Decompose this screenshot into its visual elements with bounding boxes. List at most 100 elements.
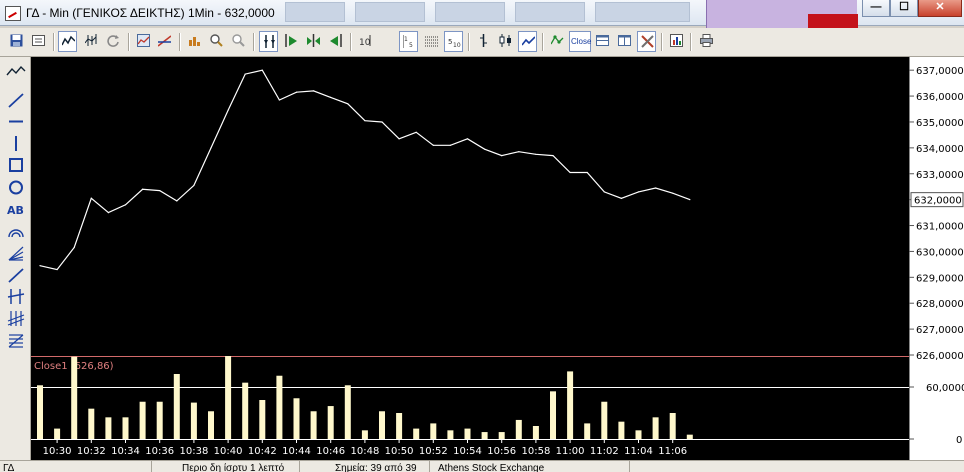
point-icon[interactable]	[548, 31, 567, 52]
title-bar: ΓΔ - Min (ΓΕΝΙΚΟΣ ΔΕΙΚΤΗΣ) 1Min - 632,00…	[0, 0, 964, 28]
volume-bar	[54, 428, 61, 439]
background-tab-2[interactable]	[355, 2, 425, 22]
background-tab-1[interactable]	[285, 2, 345, 22]
time-tick-label: 10:38	[179, 446, 208, 457]
price-tick-label: 631,0000	[916, 222, 964, 233]
status-count: Σημεία: 39 από 39	[300, 461, 430, 472]
time-tick-label: 10:34	[111, 446, 140, 457]
volume-bar	[481, 432, 488, 439]
text-tool-label: AB	[7, 204, 24, 217]
grid-icon[interactable]	[185, 31, 204, 52]
refresh-icon[interactable]	[104, 31, 123, 52]
line-chart-icon[interactable]	[58, 31, 77, 52]
window-title: ΓΔ - Min (ΓΕΝΙΚΟΣ ΔΕΙΚΤΗΣ) 1Min - 632,00…	[26, 6, 275, 20]
zoom-in-icon[interactable]	[207, 31, 226, 52]
price-point	[210, 147, 212, 149]
maximize-button[interactable]: ☐	[890, 0, 918, 17]
ellipse-icon[interactable]	[6, 178, 26, 197]
background-tab-4[interactable]	[515, 2, 585, 22]
price-point	[244, 73, 246, 75]
scale-5-10-icon[interactable]: 5 10	[444, 31, 463, 52]
chart-canvas[interactable]: Close1 (626,86) 637,0000636,0000635,0000…	[31, 57, 964, 460]
time-tick-label: 11:06	[658, 446, 687, 457]
save-icon[interactable]	[7, 31, 26, 52]
dotted-table-icon[interactable]	[422, 31, 441, 52]
fan-icon[interactable]	[6, 244, 26, 263]
price-tick-label: 637,0000	[916, 66, 964, 77]
price-tick-label: 636,0000	[916, 92, 964, 103]
price-point	[261, 69, 263, 71]
channel-icon[interactable]	[6, 287, 26, 306]
toolbar-separator	[179, 33, 181, 51]
volume-bar	[396, 413, 403, 439]
background-window-accent	[808, 14, 858, 28]
volume-bar	[686, 434, 693, 439]
toolbar-separator	[542, 33, 544, 51]
volume-bar	[173, 374, 180, 439]
background-tab-5[interactable]	[595, 2, 690, 22]
volume-bar	[361, 430, 368, 439]
trend-icon[interactable]	[155, 31, 174, 52]
price-point	[398, 138, 400, 140]
play-back-icon[interactable]	[326, 31, 345, 52]
arc-icon[interactable]	[6, 222, 26, 241]
svg-text:10: 10	[359, 38, 371, 47]
candle-chart-icon[interactable]	[496, 31, 515, 52]
svg-text:5: 5	[448, 38, 452, 46]
window-split-icon[interactable]	[593, 31, 612, 52]
price-tick-label: 635,0000	[916, 118, 964, 129]
chart-area[interactable]: Close1 (626,86) 637,0000 636,0000 635,0000…	[31, 57, 964, 460]
ray-icon[interactable]	[6, 266, 26, 285]
bar-chart-icon[interactable]	[474, 31, 493, 52]
scale-1-5-icon[interactable]: 15	[399, 31, 418, 52]
print-icon[interactable]	[697, 31, 716, 52]
volume-bar	[601, 401, 608, 439]
svg-text:1: 1	[404, 36, 408, 43]
play-forward-icon[interactable]	[282, 31, 301, 52]
numeric-view-icon[interactable]: 10	[356, 31, 375, 52]
grid-lines-icon[interactable]	[6, 309, 26, 328]
rectangle-icon[interactable]	[6, 156, 26, 175]
minimize-button[interactable]: —	[862, 0, 890, 17]
window-layout-icon[interactable]	[615, 31, 634, 52]
svg-text:10: 10	[453, 42, 461, 48]
volume-bar	[413, 428, 420, 439]
volume-bar	[139, 401, 146, 439]
indicator-icon[interactable]	[134, 31, 153, 52]
vertical-line-icon[interactable]	[6, 134, 26, 153]
time-tick-label: 10:48	[350, 446, 379, 457]
print-preview-icon[interactable]	[29, 31, 48, 52]
cursor-icon[interactable]	[259, 31, 278, 52]
settings-icon[interactable]	[637, 31, 656, 52]
price-point	[347, 103, 349, 105]
time-tick-label: 10:46	[316, 446, 345, 457]
volume-bar	[652, 417, 659, 439]
volume-bar	[156, 401, 163, 439]
line-view-icon[interactable]	[518, 31, 537, 52]
horizontal-line-icon[interactable]	[6, 112, 26, 131]
candlestick-icon[interactable]	[82, 31, 101, 52]
volume-bar	[550, 391, 556, 439]
status-symbol: ΓΔ	[0, 461, 152, 472]
volume-bar	[618, 421, 625, 439]
price-point	[381, 121, 383, 123]
price-point	[466, 138, 469, 140]
volume-bar	[635, 430, 642, 439]
export-icon[interactable]	[667, 31, 686, 52]
background-tab-3[interactable]	[435, 2, 505, 22]
close-window-button[interactable]: ✕	[918, 0, 962, 17]
zoom-out-icon[interactable]	[229, 31, 248, 52]
text-tool-icon[interactable]: AB	[6, 200, 26, 219]
price-point	[655, 187, 657, 189]
price-point	[107, 211, 109, 214]
trend-line-tool-icon[interactable]	[6, 63, 26, 82]
price-point	[620, 197, 623, 199]
volume-bar	[190, 402, 197, 439]
toolbar-separator	[128, 33, 130, 51]
status-bar: ΓΔ Περιο δη ίσρτυ 1 λεπτό Σημεία: 39 από…	[0, 460, 964, 472]
toolbar-separator	[690, 33, 692, 51]
fibonacci-icon[interactable]	[6, 331, 26, 350]
volume-bar	[498, 432, 505, 439]
play-center-icon[interactable]	[304, 31, 323, 52]
line-tool-icon[interactable]	[6, 91, 26, 110]
